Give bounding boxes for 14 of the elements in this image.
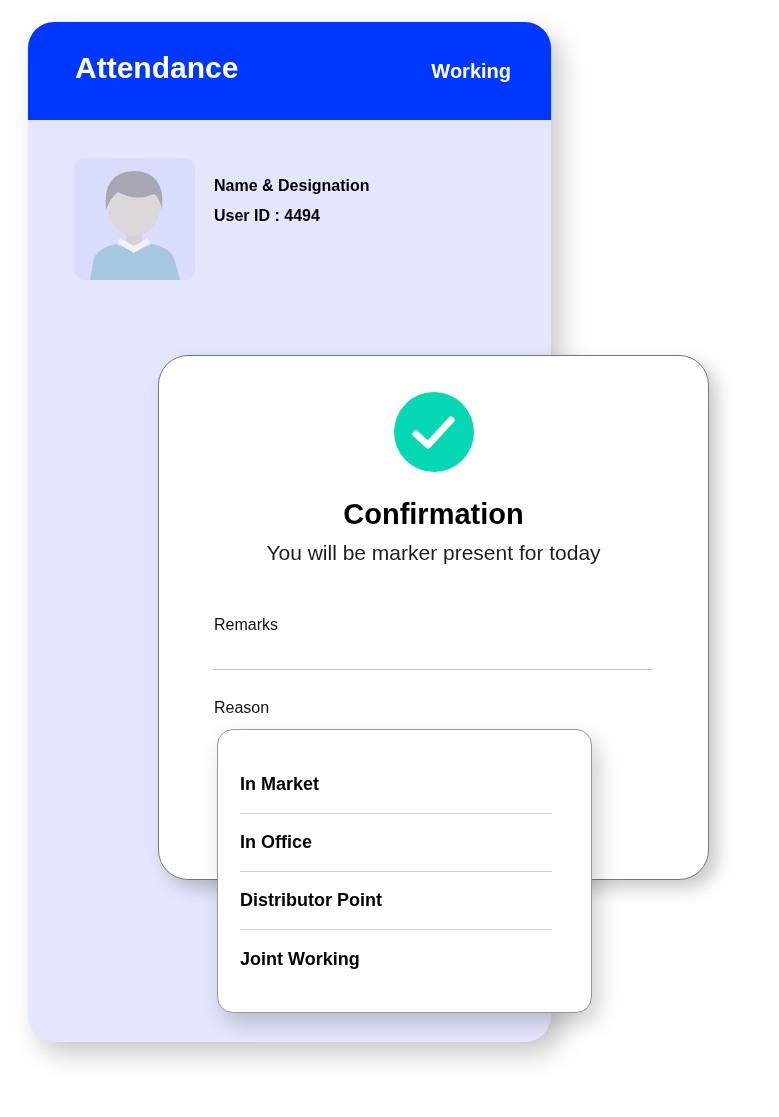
user-id-label: User ID : 4494	[214, 206, 321, 225]
dialog-title: Confirmation	[343, 497, 524, 531]
dropdown-option[interactable]: In Market	[240, 756, 552, 814]
dropdown-option[interactable]: Joint Working	[240, 930, 552, 988]
check-circle-icon	[393, 392, 474, 472]
field-label: Remarks	[213, 616, 278, 634]
dropdown-option[interactable]: In Office	[240, 814, 552, 872]
work-status: Working	[431, 59, 511, 83]
dialog-message: You will be marker present for today	[266, 540, 601, 566]
name-designation-label: Name & Designation	[214, 176, 370, 195]
app-title: Attendance	[75, 51, 239, 85]
user-avatar-icon	[74, 158, 195, 280]
dropdown-option[interactable]: Distributor Point	[240, 872, 552, 930]
field-label: Reason	[213, 699, 270, 717]
